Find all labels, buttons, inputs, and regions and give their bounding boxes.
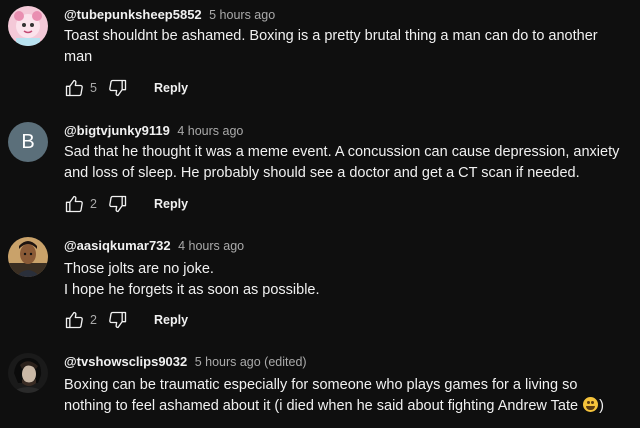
comment-line-text: nothing to feel ashamed about it (i died… <box>64 398 579 414</box>
comment-header: @bigtvjunky9119 4 hours ago <box>64 122 243 140</box>
comment-header: @tubepunksheep5852 5 hours ago <box>64 6 275 24</box>
comment-header: @aasiqkumar732 4 hours ago <box>64 237 244 255</box>
like-count: 5 <box>90 81 97 95</box>
thumbs-up-icon <box>65 311 83 329</box>
dislike-button[interactable] <box>106 192 130 216</box>
reply-button[interactable]: Reply <box>154 197 188 211</box>
comment-text: Sad that he thought it was a meme event.… <box>64 142 624 184</box>
like-button[interactable] <box>62 76 86 100</box>
dislike-button[interactable] <box>106 308 130 332</box>
comment-timestamp[interactable]: 4 hours ago <box>178 239 244 253</box>
thumbs-down-icon <box>109 311 127 329</box>
comment-text: Toast shouldnt be ashamed. Boxing is a p… <box>64 26 624 68</box>
avatar[interactable]: B <box>8 122 48 162</box>
comment-actions: 5 Reply <box>62 76 188 100</box>
avatar[interactable] <box>8 353 48 393</box>
like-count: 2 <box>90 313 97 327</box>
comment-text: Those jolts are no joke. I hope he forge… <box>64 259 624 301</box>
reply-button[interactable]: Reply <box>154 81 188 95</box>
comment-line: nothing to feel ashamed about it (i died… <box>64 396 624 417</box>
reply-button[interactable]: Reply <box>154 313 188 327</box>
comment-timestamp[interactable]: 4 hours ago <box>177 124 243 138</box>
like-count: 2 <box>90 197 97 211</box>
avatar[interactable] <box>8 237 48 277</box>
avatar[interactable] <box>8 6 48 46</box>
thumbs-down-icon <box>109 79 127 97</box>
thumbs-up-icon <box>65 79 83 97</box>
comment-line: I hope he forgets it as soon as possible… <box>64 282 320 298</box>
like-button[interactable] <box>62 192 86 216</box>
laughing-emoji-icon <box>583 397 599 412</box>
thumbs-up-icon <box>65 195 83 213</box>
comment-line-suffix: ) <box>599 398 604 414</box>
comment-line: and loss of sleep. He probably should se… <box>64 165 580 181</box>
dislike-button[interactable] <box>106 76 130 100</box>
like-button[interactable] <box>62 308 86 332</box>
comment-line: Sad that he thought it was a meme event.… <box>64 144 620 160</box>
comment-timestamp[interactable]: 5 hours ago <box>209 8 275 22</box>
comment-line: Those jolts are no joke. <box>64 261 214 277</box>
comment-author[interactable]: @tubepunksheep5852 <box>64 7 202 22</box>
thumbs-down-icon <box>109 195 127 213</box>
comment-line: man <box>64 49 93 65</box>
comment-actions: 2 Reply <box>62 308 188 332</box>
comment-line: Boxing can be traumatic especially for s… <box>64 377 578 393</box>
comment-author[interactable]: @tvshowsclips9032 <box>64 354 187 369</box>
comment-header: @tvshowsclips9032 5 hours ago (edited) <box>64 353 307 371</box>
comment-timestamp[interactable]: 5 hours ago (edited) <box>195 355 307 369</box>
comment-author[interactable]: @aasiqkumar732 <box>64 238 171 253</box>
comment-actions: 2 Reply <box>62 192 188 216</box>
comment-text: Boxing can be traumatic especially for s… <box>64 375 624 417</box>
comment-line: Toast shouldnt be ashamed. Boxing is a p… <box>64 28 598 44</box>
comment-author[interactable]: @bigtvjunky9119 <box>64 123 170 138</box>
